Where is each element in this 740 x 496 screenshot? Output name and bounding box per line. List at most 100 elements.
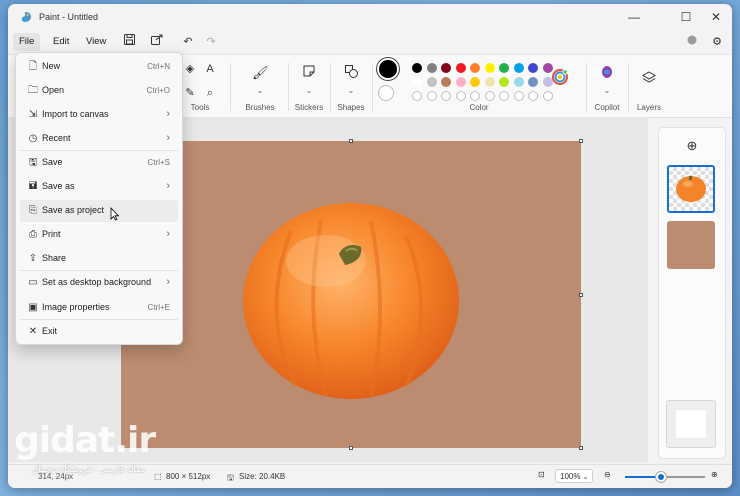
shapes-icon[interactable]: [343, 65, 359, 81]
custom-color-slot[interactable]: [528, 91, 538, 101]
file-menu-item-image-properties[interactable]: ▣ Image properties Ctrl+E: [20, 297, 178, 319]
secondary-color-swatch[interactable]: [378, 85, 394, 101]
palette-color-swatch[interactable]: [470, 63, 480, 73]
file-menu-item-new[interactable]: 🗋 New Ctrl+N: [20, 56, 178, 78]
palette-color-swatch[interactable]: [499, 77, 509, 87]
add-layer-icon[interactable]: ⊕: [684, 138, 700, 154]
resize-handle-bottom-right[interactable]: [579, 446, 583, 450]
palette-color-swatch[interactable]: [484, 77, 495, 87]
edit-colors-icon[interactable]: [552, 69, 568, 85]
account-icon[interactable]: [683, 33, 701, 51]
save-icon[interactable]: [120, 33, 138, 51]
view-menu-button[interactable]: View: [80, 33, 112, 51]
chevron-down-icon[interactable]: ⌄: [343, 83, 359, 99]
file-menu-item-set-as-desktop-background[interactable]: ▭ Set as desktop background ›: [20, 272, 178, 294]
file-menu-item-exit[interactable]: ✕ Exit: [20, 321, 178, 343]
window-title: Paint - Untitled: [39, 12, 99, 22]
fit-to-window-icon[interactable]: ⊡: [538, 470, 545, 479]
close-button[interactable]: ✕: [700, 7, 732, 27]
chevron-right-icon: ›: [166, 132, 170, 144]
brushes-group[interactable]: 🖌 ⌄ Brushes: [240, 55, 280, 117]
custom-color-slot[interactable]: [484, 91, 495, 101]
text-tool-icon[interactable]: A: [202, 61, 218, 77]
chevron-down-icon[interactable]: ⌄: [252, 83, 268, 99]
chevron-down-icon[interactable]: ⌄: [599, 83, 615, 99]
file-menu-item-import-to-canvas[interactable]: ⇲ Import to canvas ›: [20, 104, 178, 126]
palette-color-swatch[interactable]: [441, 63, 451, 73]
zoom-in-icon[interactable]: ⊕: [711, 470, 718, 479]
custom-color-slot[interactable]: [455, 91, 466, 101]
file-menu-item-label: Save: [42, 157, 63, 167]
resize-handle-top-right[interactable]: [579, 139, 583, 143]
chevron-down-icon[interactable]: ⌄: [301, 83, 317, 99]
palette-color-swatch[interactable]: [441, 77, 451, 87]
palette-color-swatch[interactable]: [528, 77, 538, 87]
custom-color-slot[interactable]: [470, 91, 480, 101]
palette-color-swatch[interactable]: [513, 63, 524, 73]
file-menu-button[interactable]: File: [13, 33, 41, 51]
palette-color-swatch[interactable]: [542, 63, 553, 73]
layer-thumbnail-background[interactable]: [667, 221, 715, 269]
copilot-icon[interactable]: [599, 65, 615, 81]
file-menu-item-save-as-project[interactable]: ⎘ Save as project: [20, 200, 178, 222]
stickers-group[interactable]: ⌄ Stickers: [290, 55, 328, 117]
palette-color-swatch[interactable]: [470, 77, 480, 87]
redo-icon[interactable]: ↷: [202, 33, 220, 51]
file-menu-item-label: Save as: [42, 181, 75, 191]
file-menu-item-save-as[interactable]: 🖬 Save as ›: [20, 176, 178, 198]
primary-color-swatch[interactable]: [377, 58, 399, 80]
minimize-button[interactable]: —: [618, 7, 650, 27]
custom-color-slot[interactable]: [441, 91, 451, 101]
file-menu-item-save[interactable]: 🖫 Save Ctrl+S: [20, 152, 178, 174]
layers-group[interactable]: Layers: [630, 55, 668, 117]
palette-color-swatch[interactable]: [412, 77, 422, 87]
shapes-group[interactable]: ⌄ Shapes: [332, 55, 370, 117]
custom-color-slot[interactable]: [426, 91, 437, 101]
fill-bucket-icon[interactable]: ◈: [182, 61, 198, 77]
shortcut-hint: Ctrl+N: [147, 62, 170, 71]
file-menu-item-share[interactable]: ⇪ Share: [20, 248, 178, 270]
resize-handle-top[interactable]: [349, 139, 353, 143]
palette-color-swatch[interactable]: [426, 63, 437, 73]
custom-color-slot[interactable]: [513, 91, 524, 101]
brush-icon[interactable]: 🖌: [252, 65, 269, 81]
zoom-slider-thumb[interactable]: [656, 472, 666, 482]
custom-color-slot[interactable]: [499, 91, 509, 101]
magnifier-icon[interactable]: ⌕: [202, 85, 218, 101]
palette-color-swatch[interactable]: [455, 63, 466, 73]
palette-color-swatch[interactable]: [412, 63, 422, 73]
file-menu-item-print[interactable]: ⎙ Print ›: [20, 224, 178, 246]
maximize-button[interactable]: ☐: [670, 7, 702, 27]
share-icon[interactable]: [148, 33, 166, 51]
file-menu-item-label: New: [42, 61, 61, 71]
palette-color-swatch[interactable]: [484, 63, 495, 73]
color-picker-icon[interactable]: ✎: [182, 85, 198, 101]
file-menu-dropdown: 🗋 New Ctrl+N 🗀 Open Ctrl+O ⇲ Import to canvas › ◷…: [15, 52, 183, 345]
zoom-select[interactable]: 100% ⌄: [555, 469, 593, 483]
palette-color-swatch[interactable]: [542, 77, 553, 87]
drawing-canvas[interactable]: [121, 141, 581, 448]
file-menu-item-recent[interactable]: ◷ Recent ›: [20, 128, 178, 150]
custom-color-slot[interactable]: [412, 91, 422, 101]
sticker-icon[interactable]: [301, 65, 317, 81]
resize-handle-bottom[interactable]: [349, 446, 353, 450]
shapes-label: Shapes: [337, 103, 365, 112]
watermark-subtitle: مقاله فارسی - فروشگاه دیجیتال: [32, 464, 146, 474]
layer-thumbnail-pumpkin[interactable]: [667, 165, 715, 213]
custom-color-slot[interactable]: [542, 91, 553, 101]
edit-menu-button[interactable]: Edit: [47, 33, 75, 51]
palette-color-swatch[interactable]: [426, 77, 437, 87]
palette-color-swatch[interactable]: [513, 77, 524, 87]
palette-color-swatch[interactable]: [528, 63, 538, 73]
copilot-group[interactable]: ⌄ Copilot: [588, 55, 626, 117]
palette-color-swatch[interactable]: [499, 63, 509, 73]
resize-handle-right[interactable]: [579, 293, 583, 297]
undo-icon[interactable]: ↶: [179, 33, 197, 51]
zoom-out-icon[interactable]: ⊖: [604, 470, 611, 479]
chevron-down-icon: ⌄: [582, 472, 589, 481]
settings-gear-icon[interactable]: ⚙: [708, 33, 726, 51]
file-menu-item-open[interactable]: 🗀 Open Ctrl+O: [20, 80, 178, 102]
palette-color-swatch[interactable]: [455, 77, 466, 87]
layers-icon[interactable]: [641, 71, 657, 87]
zoom-slider[interactable]: [625, 472, 705, 482]
